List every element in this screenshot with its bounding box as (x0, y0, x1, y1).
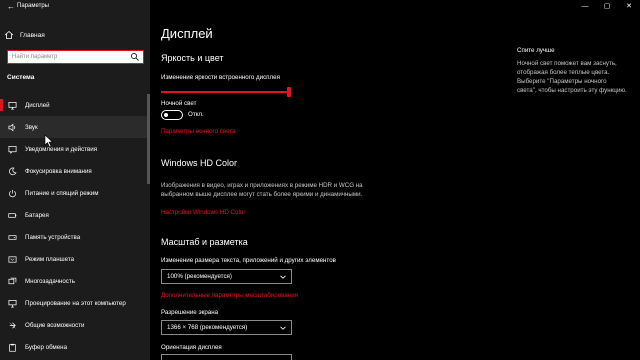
sidebar-item-battery[interactable]: Батарея (0, 204, 150, 226)
scale-value: 100% (рекомендуется) (167, 273, 232, 280)
brightness-slider-label: Изменение яркости встроенного дисплея (161, 74, 280, 81)
back-arrow-icon[interactable]: ← (6, 2, 16, 12)
chevron-down-icon (280, 275, 286, 279)
hd-color-heading: Windows HD Color (161, 158, 238, 168)
orientation-dropdown[interactable] (161, 354, 292, 360)
orientation-label: Ориентация дисплея (161, 344, 222, 351)
minimize-button[interactable]: — (574, 0, 596, 14)
scale-heading: Масштаб и разметка (161, 237, 248, 247)
hd-color-settings-link[interactable]: Настройки Windows HD Color (161, 209, 245, 216)
sidebar-item-label: Проецирование на этот компьютер (25, 299, 126, 307)
night-light-label: Ночной свет (161, 100, 197, 107)
speaker-icon (8, 123, 16, 131)
chevron-down-icon (280, 326, 286, 330)
page-title: Дисплей (161, 26, 213, 41)
search-icon[interactable] (130, 52, 140, 62)
home-icon (4, 30, 14, 39)
tablet-icon (8, 255, 17, 263)
sidebar-item-projecting[interactable]: Проецирование на этот компьютер (0, 292, 150, 314)
maximize-button[interactable]: ▢ (596, 0, 618, 14)
shared-icon (9, 322, 16, 328)
clipboard-icon (9, 343, 16, 352)
home-button[interactable]: Главная (4, 28, 146, 42)
multitask-icon (8, 277, 17, 284)
resolution-value: 1366 × 768 (рекомендуется) (167, 324, 248, 331)
section-label: Система (7, 74, 35, 81)
window-controls: — ▢ ✕ (574, 0, 640, 14)
battery-icon (8, 212, 17, 218)
tip-body: Ночной свет поможет вам заснуть, отображ… (517, 60, 627, 94)
sidebar-item-label: Буфер обмена (25, 343, 68, 351)
mouse-cursor-icon (44, 134, 54, 148)
brightness-heading: Яркость и цвет (161, 53, 224, 63)
storage-icon (8, 234, 17, 240)
sidebar-item-power[interactable]: Питание и спящий режим (0, 182, 150, 204)
toggle-state: Откл. (188, 111, 204, 118)
tip-title: Спите лучше (517, 47, 555, 54)
scale-dropdown[interactable]: 100% (рекомендуется) (161, 269, 292, 284)
sidebar-item-label: Питание и спящий режим (25, 189, 99, 197)
sidebar-item-label: Батарея (25, 211, 49, 219)
sidebar-item-label: Фокусировка внимания (25, 167, 92, 175)
titlebar-left: ← Параметры (0, 0, 150, 14)
sidebar-item-clipboard[interactable]: Буфер обмена (0, 336, 150, 358)
advanced-scaling-link[interactable]: Дополнительные параметры масштабирования (161, 292, 298, 299)
app-title: Параметры (17, 3, 49, 9)
resolution-label: Разрешение экрана (161, 309, 219, 316)
sidebar-item-focus-assist[interactable]: Фокусировка внимания (0, 160, 150, 182)
sidebar-item-label: Многозадачность (25, 277, 75, 285)
brightness-slider[interactable] (161, 87, 293, 97)
power-icon (9, 189, 16, 197)
sidebar-item-label: Дисплей (25, 101, 50, 109)
slider-thumb[interactable] (287, 87, 291, 97)
search-input[interactable]: Найти параметр (7, 50, 144, 64)
sidebar-item-label: Уведомления и действия (25, 145, 98, 153)
sidebar-item-multitasking[interactable]: Многозадачность (0, 270, 150, 292)
sidebar-item-label: Режим планшета (25, 255, 75, 263)
notification-icon (8, 145, 17, 154)
sidebar-item-shared-experiences[interactable]: Общие возможности (0, 314, 150, 336)
monitor-icon (8, 101, 17, 109)
sidebar-item-storage[interactable]: Память устройства (0, 226, 150, 248)
toggle-knob (164, 113, 168, 117)
sidebar-item-label: Память устройства (25, 233, 81, 241)
sidebar-item-sound[interactable]: Звук (0, 116, 150, 138)
night-light-settings-link[interactable]: Параметры ночного света (161, 128, 236, 135)
resolution-dropdown[interactable]: 1366 × 768 (рекомендуется) (161, 320, 292, 335)
project-icon (8, 299, 17, 307)
sidebar: ← Параметры Главная Найти параметр Систе… (0, 0, 150, 360)
main-content: — ▢ ✕ Дисплей Яркость и цвет Изменение я… (150, 0, 640, 360)
moon-icon (9, 167, 17, 175)
sidebar-item-label: Общие возможности (25, 321, 85, 329)
sidebar-item-notifications[interactable]: Уведомления и действия (0, 138, 150, 160)
night-light-toggle[interactable] (161, 110, 183, 120)
sidebar-item-display[interactable]: Дисплей (0, 94, 150, 116)
sidebar-item-tablet-mode[interactable]: Режим планшета (0, 248, 150, 270)
close-button[interactable]: ✕ (618, 0, 640, 14)
slider-track (161, 91, 287, 93)
scale-label: Изменение размера текста, приложений и д… (161, 257, 336, 264)
home-label: Главная (20, 31, 45, 39)
sidebar-nav: Дисплей Звук Уведомления и действия Фоку… (0, 94, 150, 358)
hd-color-description: Изображения в видео, играх и приложениях… (161, 182, 363, 198)
sidebar-item-label: Звук (25, 123, 38, 131)
search-placeholder: Найти параметр (12, 54, 58, 60)
